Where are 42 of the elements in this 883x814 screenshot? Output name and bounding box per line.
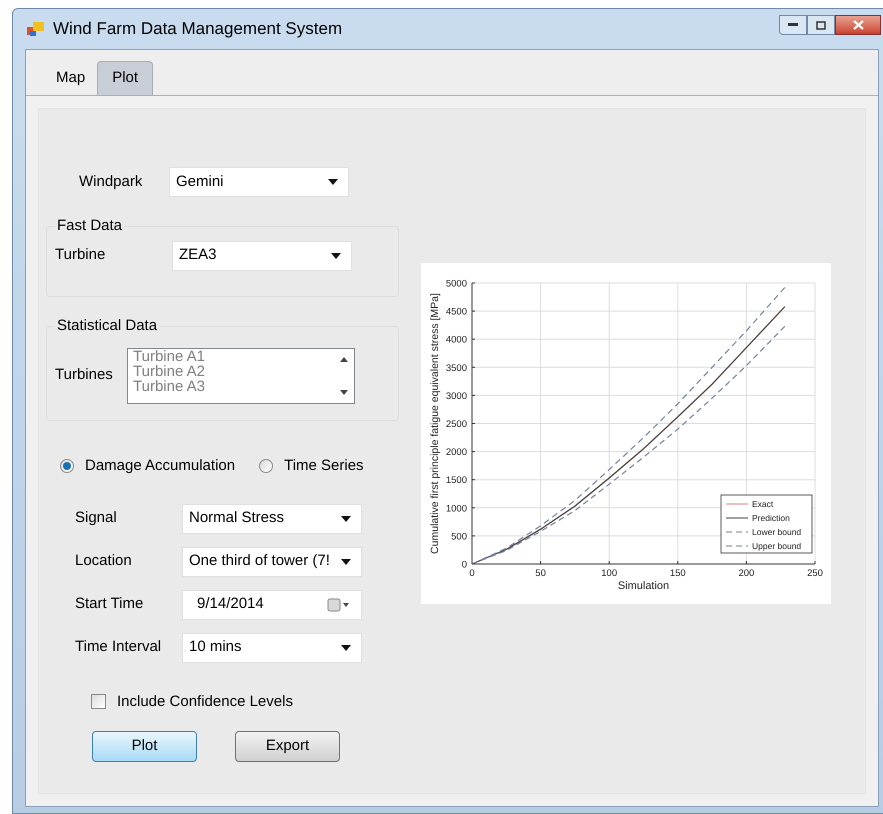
field-label: Signal bbox=[75, 508, 118, 528]
dropdown-value: ZEA3 bbox=[179, 245, 217, 266]
group-title: Statistical Data bbox=[56, 316, 158, 336]
tick-label: 4500 bbox=[446, 306, 467, 318]
tick-label: 50 bbox=[535, 568, 546, 579]
legend-label: Upper bound bbox=[752, 541, 802, 551]
dropdown-value: 10 mins bbox=[189, 637, 242, 658]
tick-label: 5000 bbox=[446, 278, 467, 290]
dropdown-value: One third of tower (7! bbox=[189, 551, 330, 572]
tick-label: 200 bbox=[738, 568, 754, 579]
tick-label: 3500 bbox=[446, 362, 467, 374]
legend-label: Prediction bbox=[752, 513, 790, 523]
window-title: Wind Farm Data Management System bbox=[53, 18, 342, 40]
tick-label: 100 bbox=[601, 568, 618, 579]
tick-label: 250 bbox=[807, 568, 823, 579]
field-label: Windpark bbox=[78, 172, 144, 192]
tick-label: 2000 bbox=[446, 447, 467, 458]
checkbox-label: Include Confidence Levels bbox=[117, 692, 293, 712]
field-label: Time Interval bbox=[75, 637, 162, 658]
tick-label: 4000 bbox=[446, 334, 467, 346]
field-label: Turbine bbox=[55, 245, 106, 266]
tick-label: 0 bbox=[462, 560, 467, 570]
field-label: Location bbox=[75, 551, 133, 572]
tick-label: 500 bbox=[451, 531, 467, 542]
tick-label: 1500 bbox=[446, 475, 467, 486]
tick-label: 0 bbox=[469, 568, 475, 579]
legend-label: Lower bound bbox=[752, 527, 802, 537]
axis-title: Cumulative first principle fatigue equivalent stress [MPa] bbox=[429, 293, 441, 554]
radio-label: Damage Accumulation bbox=[85, 456, 236, 476]
field-label: Turbines bbox=[55, 365, 114, 386]
axis-title: Simulation bbox=[618, 580, 670, 592]
dropdown-value: 9/14/2014 bbox=[196, 594, 264, 614]
dropdown-value: Normal Stress bbox=[189, 508, 284, 528]
tick-label: 1000 bbox=[446, 503, 467, 514]
tick-label: 3000 bbox=[446, 390, 467, 402]
dropdown-value: Gemini bbox=[176, 172, 224, 192]
radio-label: Time Series bbox=[284, 456, 364, 476]
group-title: Fast Data bbox=[56, 216, 124, 236]
field-label: Start Time bbox=[75, 594, 144, 614]
legend-label: Exact bbox=[752, 499, 774, 509]
tick-label: 2500 bbox=[446, 419, 467, 430]
tick-label: 150 bbox=[670, 568, 686, 579]
